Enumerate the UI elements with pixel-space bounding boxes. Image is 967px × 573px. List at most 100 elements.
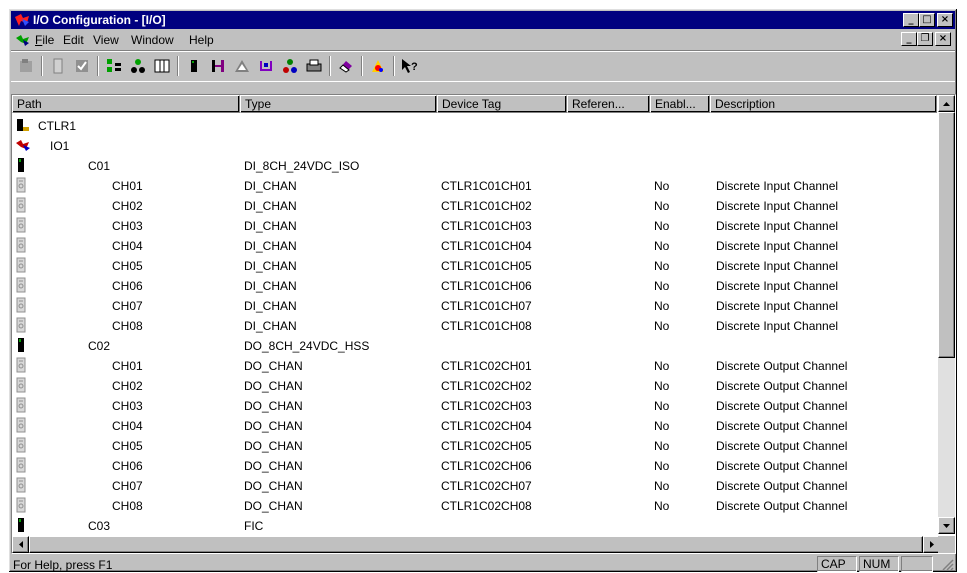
cell-type: DO_CHAN bbox=[244, 439, 303, 453]
cell-enabled: No bbox=[654, 379, 670, 393]
cell-enabled: No bbox=[654, 419, 670, 433]
table-row[interactable]: CH03 DI_CHAN CTLR1C01CH03 No Discrete Input … bbox=[12, 215, 937, 235]
close-button[interactable]: × bbox=[937, 13, 953, 27]
channel-icon bbox=[12, 195, 32, 215]
table-row[interactable]: CH04 DO_CHAN CTLR1C02CH04 No Discrete Output… bbox=[12, 415, 937, 435]
table-row[interactable]: IO1 bbox=[12, 135, 937, 155]
horizontal-scrollbar[interactable] bbox=[12, 536, 940, 553]
scroll-down-button[interactable] bbox=[938, 517, 955, 534]
table-row[interactable]: C01 DI_8CH_24VDC_ISO bbox=[12, 155, 937, 175]
horizontal-scroll-thumb[interactable] bbox=[29, 536, 923, 553]
tree-grid-icon[interactable] bbox=[103, 55, 125, 77]
cell-enabled: No bbox=[654, 259, 670, 273]
title-bar[interactable]: I/O Configuration - [I/O] _ □ × bbox=[11, 11, 955, 29]
table-row[interactable]: CH07 DO_CHAN CTLR1C02CH07 No Discrete Output… bbox=[12, 475, 937, 495]
cell-desc: Discrete Output Channel bbox=[716, 499, 848, 513]
cell-enabled: No bbox=[654, 279, 670, 293]
cell-path: IO1 bbox=[50, 139, 70, 153]
columns-icon[interactable] bbox=[151, 55, 173, 77]
child-restore-button[interactable]: ❐ bbox=[917, 32, 933, 46]
scroll-up-button[interactable] bbox=[938, 95, 955, 112]
context-help-icon[interactable]: ? bbox=[399, 55, 421, 77]
cell-desc: Discrete Input Channel bbox=[716, 279, 839, 293]
print-icon[interactable] bbox=[303, 55, 325, 77]
cell-tag: CTLR1C01CH04 bbox=[441, 239, 532, 253]
channel-icon bbox=[12, 275, 32, 295]
cell-tag: CTLR1C01CH03 bbox=[441, 219, 532, 233]
bus-tool-icon[interactable] bbox=[207, 55, 229, 77]
palette-icon[interactable] bbox=[367, 55, 389, 77]
cell-desc: Discrete Output Channel bbox=[716, 359, 848, 373]
cell-enabled: No bbox=[654, 239, 670, 253]
table-row[interactable]: C02 DO_8CH_24VDC_HSS bbox=[12, 335, 937, 355]
cell-enabled: No bbox=[654, 439, 670, 453]
menu-window[interactable]: Window bbox=[131, 33, 174, 47]
menu-edit[interactable]: Edit bbox=[63, 33, 84, 47]
maximize-button[interactable]: □ bbox=[919, 13, 935, 27]
cell-path: CH02 bbox=[112, 199, 143, 213]
column-header-device-tag[interactable]: Device Tag bbox=[437, 95, 567, 113]
cell-desc: Discrete Output Channel bbox=[716, 379, 848, 393]
io-list-view[interactable]: Path Type Device Tag Referen... Enabl...… bbox=[11, 94, 956, 554]
column-header-reference[interactable]: Referen... bbox=[567, 95, 650, 113]
table-row[interactable]: CH02 DI_CHAN CTLR1C01CH02 No Discrete Input … bbox=[12, 195, 937, 215]
menu-view[interactable]: View bbox=[93, 33, 119, 47]
hierarchy-icon[interactable] bbox=[127, 55, 149, 77]
table-row[interactable]: CH08 DO_CHAN CTLR1C02CH08 No Discrete Output… bbox=[12, 495, 937, 515]
properties-icon[interactable] bbox=[15, 55, 37, 77]
table-row[interactable]: CH05 DI_CHAN CTLR1C01CH05 No Discrete Input … bbox=[12, 255, 937, 275]
child-close-button[interactable]: × bbox=[935, 32, 951, 46]
table-row[interactable]: CH01 DI_CHAN CTLR1C01CH01 No Discrete Input … bbox=[12, 175, 937, 195]
column-header-description[interactable]: Description bbox=[710, 95, 937, 113]
cell-desc: Discrete Input Channel bbox=[716, 199, 839, 213]
column-header-path[interactable]: Path bbox=[12, 95, 240, 113]
cell-type: DO_CHAN bbox=[244, 379, 303, 393]
vertical-scrollbar[interactable] bbox=[938, 95, 955, 534]
main-window: I/O Configuration - [I/O] _ □ × File Edi… bbox=[8, 8, 958, 573]
table-row[interactable]: C03 FIC bbox=[12, 515, 937, 535]
menu-file[interactable]: File bbox=[35, 33, 54, 47]
connect-tool-icon[interactable] bbox=[255, 55, 277, 77]
resize-grip-icon[interactable] bbox=[942, 559, 954, 571]
document-icon[interactable] bbox=[15, 33, 31, 47]
table-row[interactable]: CH02 DO_CHAN CTLR1C02CH02 No Discrete Output… bbox=[12, 375, 937, 395]
network-tool-icon[interactable] bbox=[279, 55, 301, 77]
minimize-button[interactable]: _ bbox=[903, 13, 919, 27]
table-row[interactable]: CH04 DI_CHAN CTLR1C01CH04 No Discrete Input … bbox=[12, 235, 937, 255]
rack-tool-icon[interactable] bbox=[231, 55, 253, 77]
cell-type: DI_CHAN bbox=[244, 179, 297, 193]
cell-type: DI_CHAN bbox=[244, 219, 297, 233]
cell-type: DO_CHAN bbox=[244, 419, 303, 433]
controller-icon bbox=[12, 115, 32, 135]
card-tool-icon[interactable] bbox=[183, 55, 205, 77]
status-cap: CAP bbox=[817, 556, 857, 572]
cell-desc: Discrete Output Channel bbox=[716, 479, 848, 493]
table-row[interactable]: CH05 DO_CHAN CTLR1C02CH05 No Discrete Output… bbox=[12, 435, 937, 455]
cell-type: DO_CHAN bbox=[244, 399, 303, 413]
cell-tag: CTLR1C01CH08 bbox=[441, 319, 532, 333]
channel-disabled-icon[interactable] bbox=[47, 55, 69, 77]
channel-icon bbox=[12, 215, 32, 235]
menu-help[interactable]: Help bbox=[189, 33, 214, 47]
table-row[interactable]: CH06 DI_CHAN CTLR1C01CH06 No Discrete Input … bbox=[12, 275, 937, 295]
table-row[interactable]: CTLR1 bbox=[12, 115, 937, 135]
table-row[interactable]: CH06 DO_CHAN CTLR1C02CH06 No Discrete Output… bbox=[12, 455, 937, 475]
table-row[interactable]: CH03 DO_CHAN CTLR1C02CH03 No Discrete Output… bbox=[12, 395, 937, 415]
cell-path: CH08 bbox=[112, 499, 143, 513]
child-minimize-button[interactable]: _ bbox=[901, 32, 917, 46]
cell-path: CH05 bbox=[112, 439, 143, 453]
scroll-left-button[interactable] bbox=[12, 536, 29, 553]
cell-path: CH08 bbox=[112, 319, 143, 333]
table-row[interactable]: CH07 DI_CHAN CTLR1C01CH07 No Discrete Input … bbox=[12, 295, 937, 315]
eraser-icon[interactable] bbox=[335, 55, 357, 77]
column-header-enabled[interactable]: Enabl... bbox=[650, 95, 710, 113]
column-header-type[interactable]: Type bbox=[240, 95, 437, 113]
cell-tag: CTLR1C02CH08 bbox=[441, 499, 532, 513]
cell-type: DO_CHAN bbox=[244, 499, 303, 513]
cell-path: CH05 bbox=[112, 259, 143, 273]
channel-check-icon[interactable] bbox=[71, 55, 93, 77]
table-row[interactable]: CH01 DO_CHAN CTLR1C02CH01 No Discrete Output… bbox=[12, 355, 937, 375]
vertical-scroll-thumb[interactable] bbox=[938, 112, 955, 358]
cell-path: CH07 bbox=[112, 299, 143, 313]
table-row[interactable]: CH08 DI_CHAN CTLR1C01CH08 No Discrete Input … bbox=[12, 315, 937, 335]
